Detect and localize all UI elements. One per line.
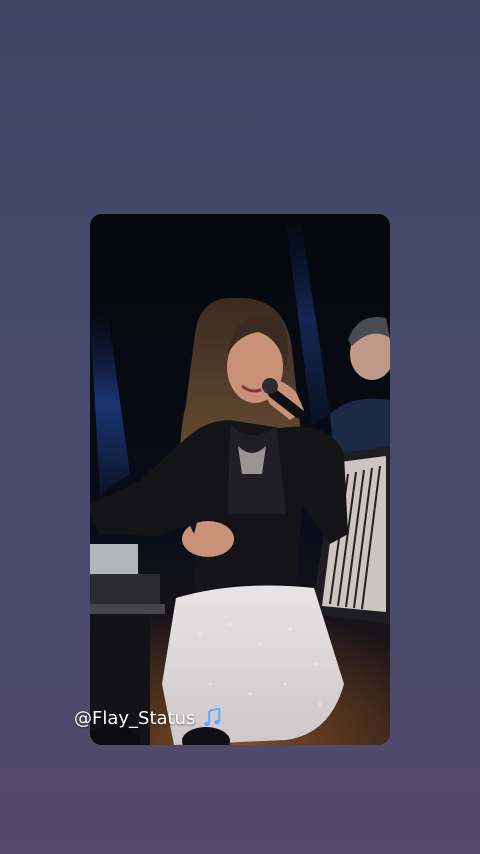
story-media-card[interactable] bbox=[90, 214, 390, 745]
mention-sticker[interactable]: @Flay_Status bbox=[74, 707, 223, 729]
performer-photo bbox=[90, 214, 390, 745]
mention-text: @Flay_Status bbox=[74, 707, 196, 729]
music-note-icon bbox=[201, 707, 223, 729]
